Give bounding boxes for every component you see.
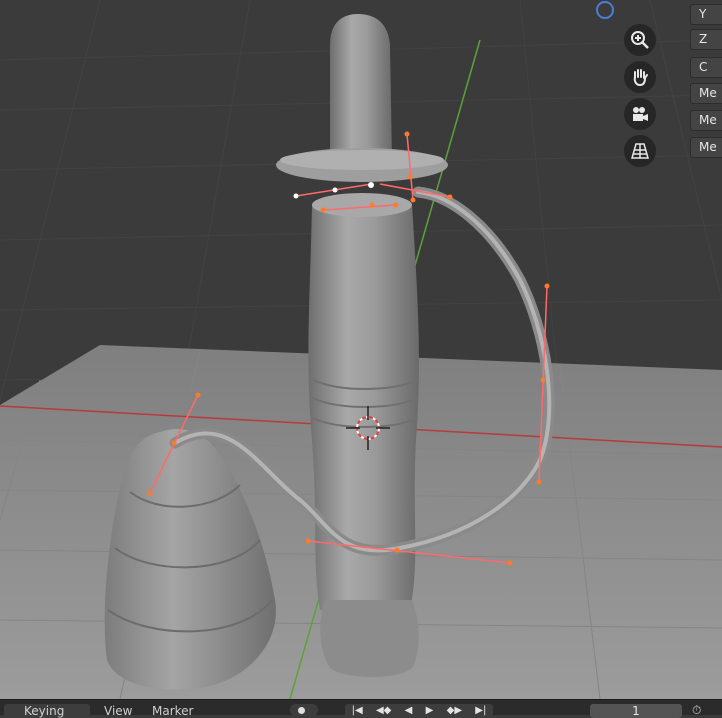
auto-keying-toggle[interactable] <box>290 704 318 716</box>
camera-icon[interactable] <box>624 98 656 130</box>
bottle-tip[interactable] <box>330 14 392 160</box>
current-frame-field[interactable]: 1 <box>590 704 682 718</box>
play-reverse-button[interactable]: ◀ <box>405 705 413 717</box>
next-keyframe-button[interactable]: ◆▶ <box>447 705 462 717</box>
playback-controls: |◀ ◀◆ ◀ ▶ ◆▶ ▶| <box>345 704 493 718</box>
collar-top <box>280 150 444 170</box>
side-button-z[interactable]: Z <box>690 29 722 50</box>
keying-menu[interactable]: Keying <box>4 704 90 718</box>
scene-render[interactable] <box>0 0 722 699</box>
view-axis-indicator[interactable] <box>596 1 614 19</box>
grid-perspective-icon[interactable] <box>624 135 656 167</box>
side-button-y[interactable]: Y <box>690 4 722 25</box>
jump-end-button[interactable]: ▶| <box>475 705 486 717</box>
marker-menu[interactable]: Marker <box>152 704 193 718</box>
view-menu[interactable]: View <box>104 704 132 718</box>
clock-icon[interactable]: ⏱ <box>692 703 701 718</box>
play-button[interactable]: ▶ <box>426 705 434 717</box>
side-button-me-2[interactable]: Me <box>690 110 722 131</box>
side-button-c[interactable]: C <box>690 57 722 78</box>
jump-start-button[interactable]: |◀ <box>352 705 363 717</box>
prev-keyframe-button[interactable]: ◀◆ <box>376 705 391 717</box>
bottle-base[interactable] <box>320 600 419 677</box>
zoom-in-icon[interactable] <box>624 24 656 56</box>
side-button-me-1[interactable]: Me <box>690 83 722 104</box>
timeline-header: Keying View Marker |◀ ◀◆ ◀ ▶ ◆▶ ▶| 1 ⏱ <box>0 699 722 718</box>
3d-viewport[interactable]: Y Z C Me Me Me <box>0 0 722 715</box>
side-button-me-3[interactable]: Me <box>690 137 722 158</box>
hand-icon[interactable] <box>624 61 656 93</box>
